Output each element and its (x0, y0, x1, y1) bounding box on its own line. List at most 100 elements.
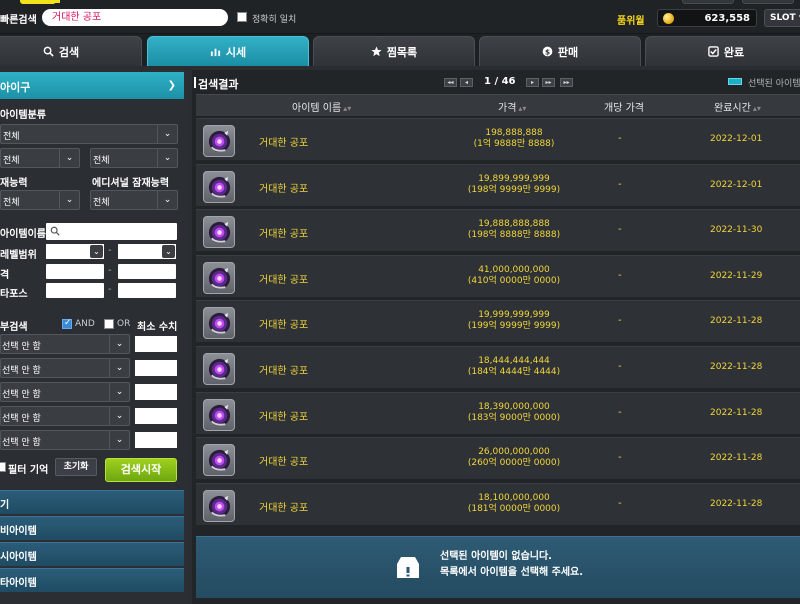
level-range-label: 레벨범위 (0, 250, 37, 261)
price-value: 41,000,000,000 (478, 264, 550, 275)
reset-button[interactable]: 초기화 (55, 458, 97, 476)
and-checkbox[interactable] (62, 318, 72, 329)
category-item[interactable]: 시아이템 (0, 542, 184, 566)
slot-button[interactable]: SLOT ▾ (764, 9, 800, 27)
chevron-down-icon: ⌄ (109, 407, 129, 425)
price-korean: (199억 9999만 9999) (467, 321, 561, 332)
option-value-input[interactable] (135, 432, 177, 448)
next-page-button[interactable]: ▸ (526, 78, 539, 87)
quick-search-input[interactable]: 거대한 공포 (42, 9, 228, 26)
table-row[interactable]: 거대한 공포 198,888,888 (1억 9888만 8888) - 2022-12… (196, 118, 800, 160)
category-item[interactable]: 타아이템 (0, 568, 184, 592)
column-price[interactable]: 가격 ▴▾ (498, 99, 526, 114)
item-icon-graphic (208, 495, 231, 517)
completed-date: 2022-12-01 (710, 134, 763, 144)
page-indicator: 1 / 46 (484, 76, 516, 87)
search-icon (50, 226, 60, 236)
option-value-input[interactable] (135, 384, 177, 400)
column-completed-time[interactable]: 완료시간 ▴▾ (714, 99, 761, 114)
tab-completed[interactable]: 완료 (645, 36, 800, 66)
completed-date: 2022-11-28 (710, 316, 763, 327)
box-icon (397, 557, 419, 578)
price-korean: (260억 0000만 0000) (467, 458, 561, 469)
item-icon-graphic (208, 130, 231, 153)
exact-match-checkbox[interactable] (237, 12, 247, 22)
item-name: 거대한 공포 (259, 502, 309, 514)
first-page-button[interactable]: ◂◂ (444, 78, 457, 87)
column-unit-price[interactable]: 개당 가격 (604, 99, 644, 114)
starforce-max-input[interactable] (118, 283, 176, 298)
item-icon (203, 353, 235, 385)
option-select[interactable]: 선택 안 함 ⌄ (0, 382, 130, 402)
table-row[interactable]: 거대한 공포 19,999,999,999 (199억 9999만 9999) - 20… (196, 300, 800, 343)
price-max-input[interactable] (118, 264, 176, 279)
item-name: 거대한 공포 (259, 320, 309, 332)
category-item[interactable]: 기 (0, 490, 184, 514)
page-jump-button[interactable]: ▸▸ (560, 78, 573, 87)
prev-page-button[interactable]: ◂ (460, 78, 473, 87)
tab-label: 시세 (225, 45, 247, 59)
potential-select[interactable]: 전체 ⌄ (0, 190, 80, 210)
price-min-input[interactable] (46, 264, 104, 279)
sub-class-select-2[interactable]: 전체 ⌄ (90, 148, 178, 168)
column-item-name[interactable]: 아이템 이름 ▴▾ (292, 99, 351, 114)
chevron-down-icon: ⌄ (59, 191, 79, 209)
option-select[interactable]: 선택 안 함 ⌄ (0, 430, 130, 450)
or-checkbox[interactable] (104, 319, 114, 329)
table-row[interactable]: 거대한 공포 26,000,000,000 (260억 0000만 0000) - 20… (196, 437, 800, 480)
table-row[interactable]: 거대한 공포 18,444,444,444 (184억 4444만 4444) - 20… (196, 346, 800, 388)
table-row[interactable]: 거대한 공포 18,100,000,000 (181억 0000만 0000) - 20… (196, 482, 800, 525)
level-max-select[interactable]: ⌄ (118, 244, 176, 259)
item-icon-graphic (208, 176, 231, 198)
remember-filter-checkbox[interactable] (0, 462, 6, 472)
table-row[interactable]: 거대한 공포 19,888,888,888 (198억 8888만 8888) - 20… (196, 209, 800, 252)
search-start-button[interactable]: 검색시작 (105, 458, 177, 482)
tab-sell[interactable]: $ 판매 (479, 36, 641, 66)
item-name: 거대한 공포 (259, 274, 309, 286)
completed-date: 2022-11-28 (710, 498, 763, 509)
window-control[interactable] (742, 0, 794, 4)
notice-line-2: 목록에서 아이템을 선택해 주세요. (440, 567, 584, 578)
level-min-select[interactable]: ⌄ (46, 244, 104, 259)
option-select[interactable]: 선택 안 함 ⌄ (0, 334, 130, 354)
category-header[interactable]: 아이구 ❯ (0, 72, 184, 99)
tab-label: 검색 (58, 45, 80, 59)
table-row[interactable]: 거대한 공포 41,000,000,000 (410억 0000만 0000) - 20… (196, 254, 800, 297)
table-row[interactable]: 거대한 공포 18,390,000,000 (183억 9000만 0000) - 20… (196, 391, 800, 434)
tab-search[interactable]: 검색 (0, 36, 142, 66)
option-value-input[interactable] (135, 408, 177, 424)
detail-search-label: 부검색 (0, 322, 28, 333)
item-price: 19,899,999,999 (198억 9999만 9999) (432, 174, 596, 196)
last-page-button[interactable]: ▸▸ (542, 78, 555, 87)
item-name-input[interactable] (46, 223, 177, 240)
item-class-select[interactable]: 전체 ⌄ (0, 124, 178, 144)
tab-market-price[interactable]: 시세 (147, 36, 309, 66)
option-value-input[interactable] (135, 336, 177, 352)
category-item[interactable]: 비아이템 (0, 516, 184, 540)
results-header: 검색결과 ◂◂ ◂ 1 / 46 ▸ ▸▸ ▸▸ 선택된 아이템 (192, 70, 800, 94)
option-select[interactable]: 선택 안 함 ⌄ (0, 358, 130, 378)
chevron-down-icon: ⌄ (59, 149, 79, 167)
starforce-min-input[interactable] (46, 283, 104, 298)
column-label: 아이템 이름 (292, 103, 342, 114)
select-value: 선택 안 함 (2, 438, 41, 448)
option-value-input[interactable] (135, 360, 177, 376)
table-row[interactable]: 거대한 공포 19,899,999,999 (198억 9999만 9999) - 20… (196, 163, 800, 206)
option-select[interactable]: 선택 안 함 ⌄ (0, 406, 130, 426)
unit-price: - (618, 315, 622, 327)
additional-potential-select[interactable]: 전체 ⌄ (90, 190, 178, 210)
quick-search-label: 빠른검색 (0, 15, 37, 26)
notice-line-1: 선택된 아이템이 없습니다. (440, 551, 552, 562)
unit-price: - (618, 133, 622, 144)
slot-label: SLOT (770, 13, 796, 23)
window-control[interactable] (682, 0, 734, 4)
chevron-down-icon: ⌄ (109, 359, 129, 377)
sort-icon: ▴▾ (752, 104, 761, 113)
sub-class-select[interactable]: 전체 ⌄ (0, 148, 80, 168)
exact-match-label: 정확히 일치 (252, 15, 297, 25)
tab-wishlist[interactable]: 찜목록 (313, 36, 475, 66)
column-label: 개당 가격 (604, 103, 644, 114)
select-value: 전체 (3, 156, 20, 166)
price-value: 198,888,888 (485, 128, 543, 138)
filter-panel: 아이구 ❯ 아이템분류 전체 ⌄ 전체 ⌄ 전체 ⌄ 재능력 에디셔널 잠재능력 전체… (0, 70, 186, 604)
